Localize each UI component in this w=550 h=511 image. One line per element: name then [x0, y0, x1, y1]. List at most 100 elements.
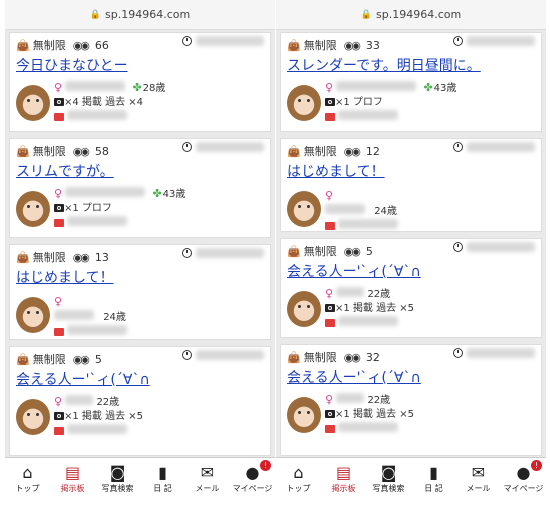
tab-photo-search[interactable]: ◙ 写真検索	[95, 458, 140, 511]
url-text: sp.194964.com	[376, 8, 462, 21]
female-icon: ♀	[54, 395, 63, 408]
age: 24歳	[103, 312, 126, 323]
post-title[interactable]: スレンダーです。明日昼間に。	[287, 55, 481, 75]
avatar[interactable]	[16, 85, 50, 121]
post-card[interactable]: 👜 無制限 ◉◉ 12 はじめまして！ ♀ 24歳	[280, 138, 542, 232]
home-icon: ⌂	[22, 463, 33, 482]
clock-icon	[182, 248, 192, 258]
mail-icon: ✉	[471, 463, 486, 482]
limit-label: 無制限	[303, 245, 337, 258]
user-info: ♀ 22歳 ×1 掲載 過去 ×5	[54, 395, 143, 439]
photo-counts: ×1 掲載 過去 ×5	[335, 409, 415, 420]
mail-icon	[325, 425, 335, 433]
clock-icon	[453, 348, 463, 358]
post-title[interactable]: 会える人ー'`ィ(´∀`∩	[16, 369, 150, 389]
avatar[interactable]	[287, 191, 321, 227]
post-title[interactable]: 会える人ー'`ィ(´∀`∩	[287, 367, 421, 387]
post-title[interactable]: はじめまして！	[16, 267, 114, 287]
views-icon: ◉◉	[343, 144, 361, 158]
home-icon: ⌂	[293, 463, 304, 482]
tab-diary[interactable]: ▮ 日 記	[140, 458, 185, 511]
tab-mail[interactable]: ✉ メール	[185, 458, 230, 511]
user-info: ♀ 24歳	[325, 189, 399, 234]
post-meta: 👜 無制限 ◉◉ 5	[287, 243, 373, 259]
tab-diary[interactable]: ▮ 日 記	[411, 458, 456, 511]
post-time	[453, 348, 535, 358]
views-count: 58	[94, 144, 109, 158]
post-card[interactable]: 👜 無制限 ◉◉ 58 スリムですが。 ♀ ✤43歳 ×1 プロフ	[9, 138, 271, 238]
url-bar[interactable]: 🔒 sp.194964.com	[276, 0, 546, 30]
views-icon: ◉◉	[72, 352, 90, 366]
photo-counts: ×1 プロフ	[64, 203, 112, 214]
post-title[interactable]: はじめまして！	[287, 161, 385, 181]
post-time	[453, 242, 535, 252]
age: 22歳	[367, 395, 391, 406]
camera-icon	[54, 98, 64, 106]
post-card[interactable]: 👜 無制限 ◉◉ 13 はじめまして！ ♀ 24歳	[9, 244, 271, 340]
views-count: 33	[365, 38, 380, 52]
tab-photo-search[interactable]: ◙ 写真検索	[366, 458, 411, 511]
bag-icon: 👜	[16, 352, 30, 366]
camera-icon	[54, 412, 64, 420]
camera-icon	[325, 304, 335, 312]
post-card[interactable]: 👜 無制限 ◉◉ 66 今日ひまなひとー ♀ ✤28歳 ×4 掲載 過去 ×4	[9, 32, 271, 132]
female-icon: ♀	[325, 189, 334, 202]
bag-icon: 👜	[16, 144, 30, 158]
tab-label: マイページ	[503, 484, 544, 493]
age: 43歳	[433, 83, 457, 94]
tab-label: メール	[195, 484, 220, 493]
clock-icon	[182, 36, 192, 46]
board-icon: ▤	[335, 463, 352, 482]
person-icon: ●	[516, 463, 531, 482]
post-title[interactable]: 会える人ー'`ィ(´∀`∩	[287, 261, 421, 281]
post-card[interactable]: 👜 無制限 ◉◉ 32 会える人ー'`ィ(´∀`∩ ♀ 22歳 ×1 掲載 過去 ×5	[280, 344, 542, 456]
age: 22歳	[367, 289, 391, 300]
tab-mail[interactable]: ✉ メール	[456, 458, 501, 511]
mail-icon	[54, 328, 64, 336]
post-card[interactable]: 👜 無制限 ◉◉ 5 会える人ー'`ィ(´∀`∩ ♀ 22歳 ×1 掲載 過去 ×5	[9, 346, 271, 456]
avatar[interactable]	[287, 291, 321, 327]
limit-label: 無制限	[32, 145, 66, 158]
avatar[interactable]	[287, 397, 321, 433]
tab-label: 日 記	[424, 484, 443, 493]
views-icon: ◉◉	[72, 250, 90, 264]
lock-icon: 🔒	[89, 9, 101, 20]
tab-top[interactable]: ⌂ トップ	[5, 458, 50, 511]
board-icon: ▤	[64, 463, 81, 482]
avatar[interactable]	[287, 85, 321, 121]
mail-icon	[325, 113, 335, 121]
right-screen: 🔒 sp.194964.com 👜 無制限 ◉◉ 33 スレンダーです。明日昼間に。 ♀…	[276, 0, 546, 511]
tab-mypage[interactable]: ● マイページ!	[501, 458, 546, 511]
tab-label: トップ	[286, 484, 311, 493]
limit-label: 無制限	[32, 353, 66, 366]
tab-top[interactable]: ⌂ トップ	[276, 458, 321, 511]
post-card[interactable]: 👜 無制限 ◉◉ 5 会える人ー'`ィ(´∀`∩ ♀ 22歳 ×1 掲載 過去 ×5	[280, 238, 542, 338]
user-info: ♀ ✤43歳 ×1 プロフ	[54, 187, 185, 231]
avatar[interactable]	[16, 297, 50, 333]
avatar[interactable]	[16, 399, 50, 435]
photo-counts: ×4 掲載 過去 ×4	[64, 97, 144, 108]
views-icon: ◉◉	[72, 144, 90, 158]
limit-label: 無制限	[303, 145, 337, 158]
avatar[interactable]	[16, 191, 50, 227]
tab-mypage[interactable]: ● マイページ!	[230, 458, 275, 511]
user-info: ♀ ✤43歳 ×1 プロフ	[325, 81, 456, 125]
tab-board[interactable]: ▤ 掲示板	[50, 458, 95, 511]
url-bar[interactable]: 🔒 sp.194964.com	[5, 0, 275, 30]
post-meta: 👜 無制限 ◉◉ 33	[287, 37, 380, 53]
views-icon: ◉◉	[72, 38, 90, 52]
tab-label: 掲示板	[60, 484, 85, 493]
person-icon: ●	[245, 463, 260, 482]
bottom-tab-bar: ⌂ トップ ▤ 掲示板 ◙ 写真検索 ▮ 日 記 ✉ メール ● マイページ!	[5, 457, 275, 511]
user-info: ♀ ✤28歳 ×4 掲載 過去 ×4	[54, 81, 165, 125]
clock-icon	[453, 36, 463, 46]
post-card[interactable]: 👜 無制限 ◉◉ 33 スレンダーです。明日昼間に。 ♀ ✤43歳 ×1 プロフ	[280, 32, 542, 132]
post-meta: 👜 無制限 ◉◉ 32	[287, 349, 380, 365]
age: 22歳	[96, 397, 120, 408]
tab-board[interactable]: ▤ 掲示板	[321, 458, 366, 511]
post-title[interactable]: 今日ひまなひとー	[16, 55, 128, 75]
post-title[interactable]: スリムですが。	[16, 161, 114, 181]
views-count: 5	[365, 244, 373, 258]
post-time	[453, 142, 535, 152]
notification-badge: !	[531, 460, 542, 471]
